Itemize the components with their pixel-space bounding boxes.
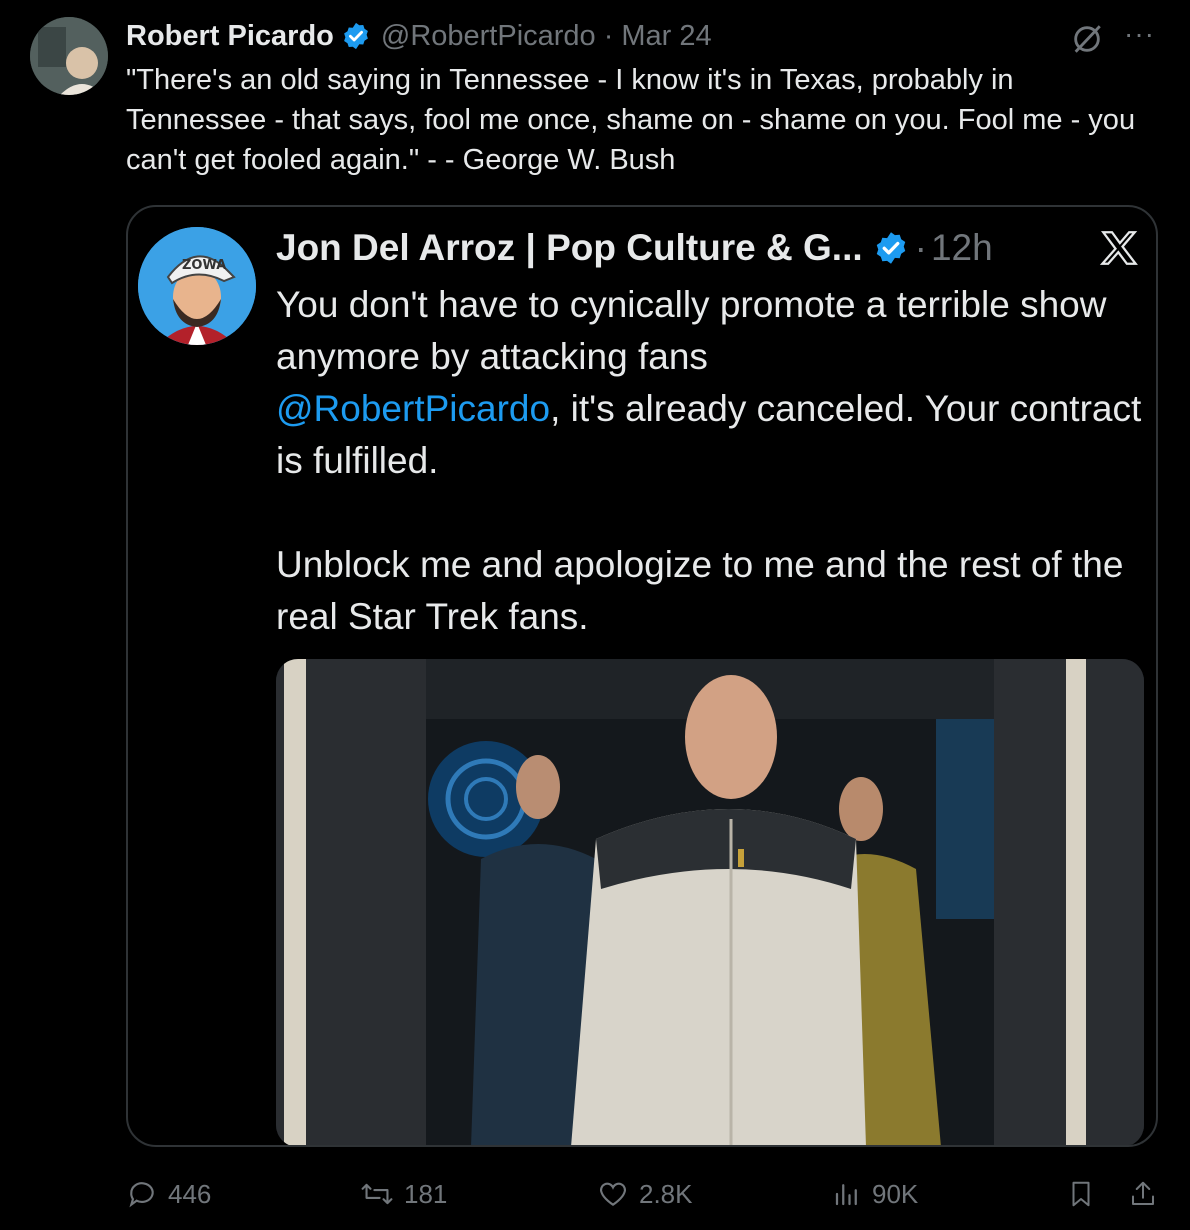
reply-button[interactable]: 446 <box>126 1178 211 1210</box>
reply-count: 446 <box>168 1178 212 1209</box>
like-button[interactable]: 2.8K <box>597 1178 693 1210</box>
quote-text: You don't have to cynically promote a te… <box>276 279 1146 643</box>
quote-text-line1: You don't have to cynically promote a te… <box>276 284 1107 377</box>
quote-media-image[interactable] <box>276 659 1144 1145</box>
x-logo-icon <box>1098 227 1140 274</box>
views-button[interactable]: 90K <box>832 1178 918 1210</box>
repost-icon <box>361 1183 393 1205</box>
more-icon[interactable]: ··· <box>1124 18 1155 50</box>
repost-button[interactable]: 181 <box>360 1178 447 1210</box>
quote-header: Jon Del Arroz | Pop Culture & G... · 12h <box>276 225 993 271</box>
like-count: 2.8K <box>639 1178 693 1209</box>
quote-mention-link[interactable]: @RobertPicardo <box>276 388 550 429</box>
like-icon <box>600 1182 626 1206</box>
views-count: 90K <box>872 1178 919 1209</box>
quote-avatar[interactable]: ZOWA <box>138 227 256 345</box>
quoted-tweet[interactable]: ZOWA Jon Del Arroz | Pop Culture & G... … <box>126 205 1158 1147</box>
bookmark-icon[interactable] <box>1066 1178 1096 1210</box>
tweet-date[interactable]: Mar 24 <box>621 20 711 53</box>
reply-icon <box>129 1182 154 1208</box>
tweet-header: Robert Picardo @RobertPicardo · Mar 24 <box>126 18 712 54</box>
quote-time[interactable]: 12h <box>931 227 993 269</box>
author-name[interactable]: Robert Picardo <box>126 20 334 53</box>
author-avatar[interactable] <box>30 17 108 95</box>
quote-avatar-hat-text: ZOWA <box>182 258 226 273</box>
quote-separator: · <box>914 227 927 268</box>
quote-text-para2: Unblock me and apologize to me and the r… <box>276 544 1124 637</box>
views-icon <box>835 1184 857 1206</box>
repost-count: 181 <box>404 1178 448 1209</box>
verified-icon <box>341 21 371 51</box>
header-separator: · <box>603 19 614 52</box>
action-bar: 446 181 2.8K 90K <box>0 1170 1190 1220</box>
author-handle[interactable]: @RobertPicardo <box>381 20 596 53</box>
tweet-text: "There's an old saying in Tennessee - I … <box>126 64 1136 176</box>
verified-icon <box>873 230 909 266</box>
grok-icon[interactable] <box>1070 22 1104 61</box>
quote-author-name[interactable]: Jon Del Arroz | Pop Culture & G... <box>276 227 863 269</box>
share-icon[interactable] <box>1128 1178 1158 1210</box>
